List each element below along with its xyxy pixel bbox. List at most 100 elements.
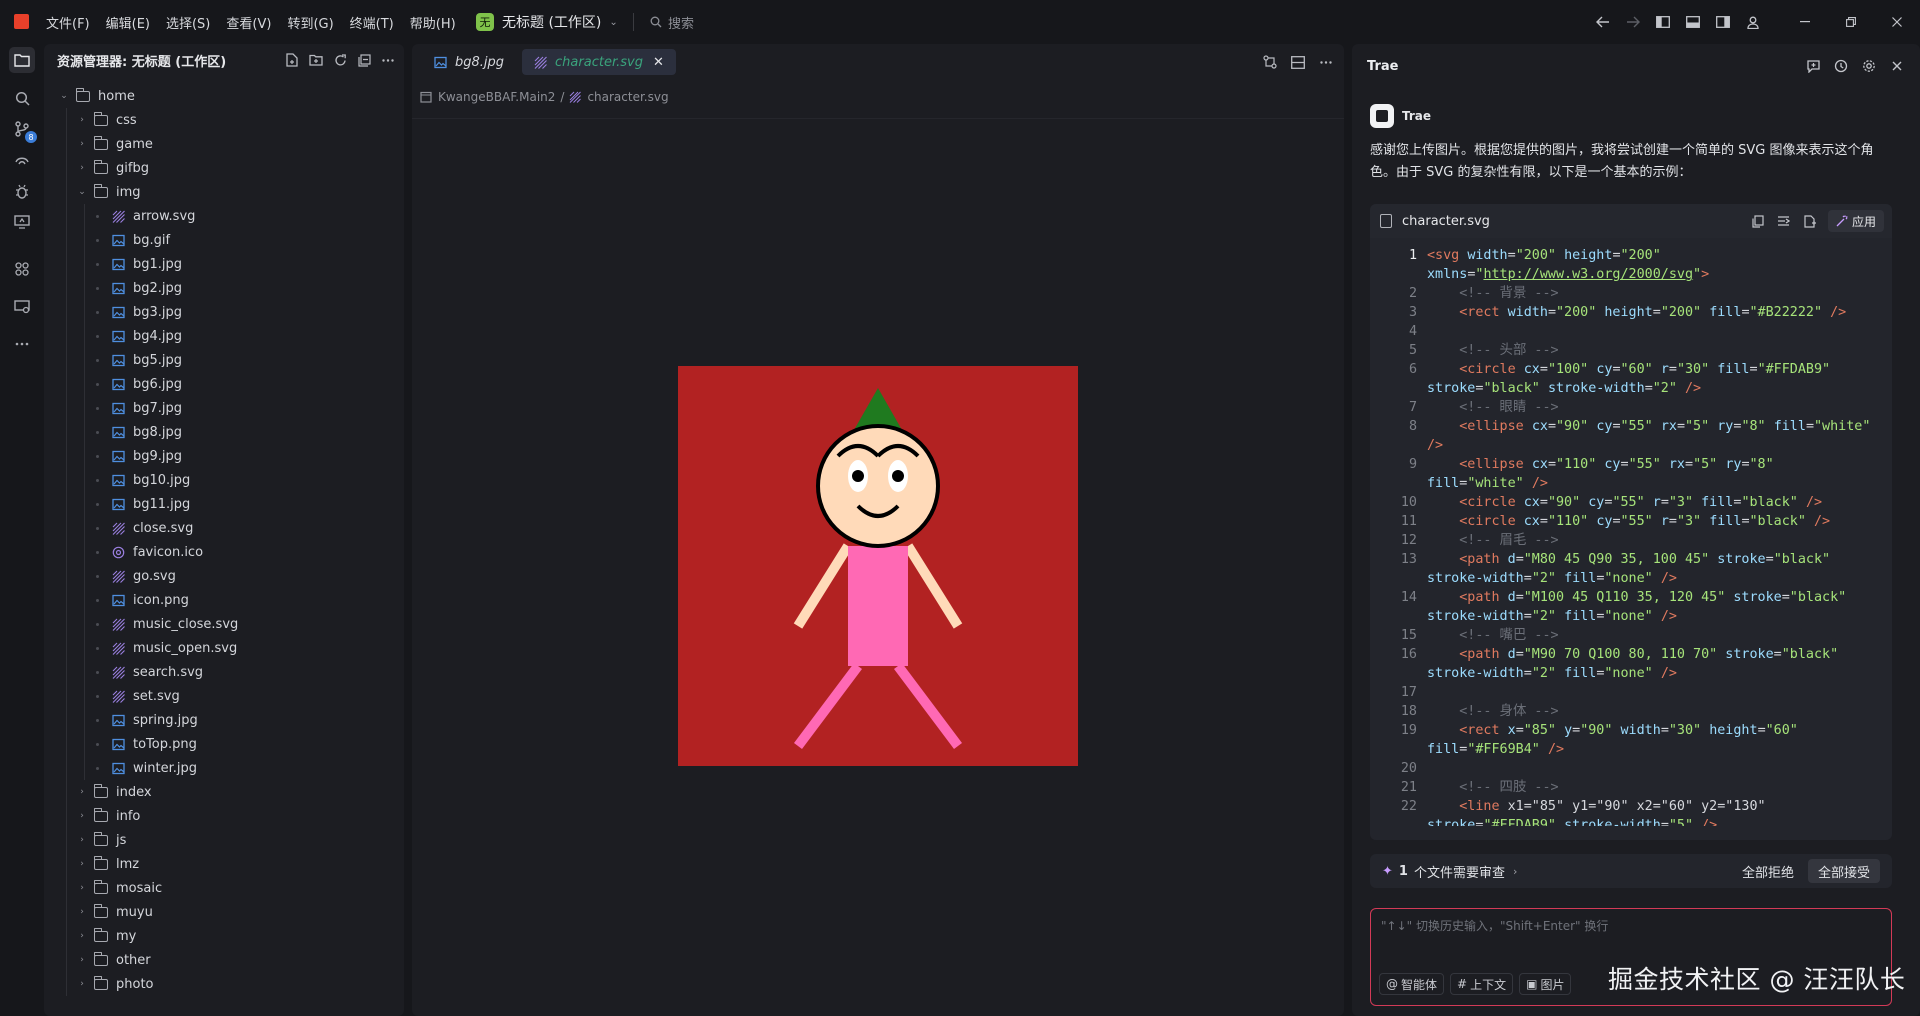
source-control-icon[interactable]: 8 (9, 116, 37, 143)
tree-item-label: bg10.jpg (133, 472, 191, 488)
split-editor-icon[interactable] (1290, 54, 1306, 70)
image-file-icon (112, 426, 125, 439)
menu-item[interactable]: 文件(F) (46, 13, 90, 32)
new-chat-icon[interactable] (1804, 57, 1822, 75)
restore-icon[interactable] (1828, 0, 1874, 44)
apply-button[interactable]: 应用 (1827, 210, 1884, 232)
tree-folder[interactable]: › js (44, 828, 404, 852)
line-number: 22 (1400, 799, 1417, 814)
image-file-icon (112, 594, 125, 607)
menu-item[interactable]: 转到(G) (287, 13, 333, 32)
search-icon[interactable] (9, 85, 35, 111)
tree-item-label: music_close.svg (133, 616, 239, 632)
new-file-icon[interactable] (284, 52, 300, 68)
tree-folder-home[interactable]: ⌄ home (44, 84, 404, 108)
workspace-switcher[interactable]: 无 无标题 (工作区) ⌄ (476, 12, 618, 32)
remote-explorer-icon[interactable] (9, 294, 35, 320)
collapse-all-icon[interactable] (356, 52, 372, 68)
extensions-icon[interactable] (9, 256, 35, 282)
folder-icon (94, 975, 108, 990)
chevron-right-icon: › (80, 907, 84, 917)
code-block: character.svg 应用 1 <svg width="200" heigh… (1370, 204, 1892, 840)
tree-folder[interactable]: › mosaic (44, 876, 404, 900)
history-icon[interactable] (1832, 57, 1850, 75)
refresh-icon[interactable] (332, 52, 348, 68)
run-monitor-icon[interactable] (9, 209, 35, 235)
chevron-right-icon[interactable]: › (1513, 865, 1517, 878)
tree-folder[interactable]: › lmz (44, 852, 404, 876)
tree-folder-img[interactable]: ⌄ img (44, 180, 404, 204)
review-label[interactable]: 个文件需要审查 (1414, 862, 1505, 881)
tree-item-label: bg8.jpg (133, 424, 183, 440)
close-icon[interactable] (1888, 57, 1906, 75)
tree-folder[interactable]: › game (44, 132, 404, 156)
folder-icon (94, 831, 108, 846)
command-search[interactable]: 搜索 (650, 12, 694, 32)
new-file-from-code-icon[interactable] (1802, 213, 1818, 229)
folder-icon (94, 159, 108, 174)
toggle-panel-icon[interactable] (1684, 13, 1702, 31)
code-text: <circle cx="90" cy="55" r="3" fill="blac… (1459, 495, 1823, 510)
sparkle-icon: ✦ (1382, 863, 1393, 879)
close-window-icon[interactable] (1874, 0, 1920, 44)
chevron-right-icon: › (80, 979, 84, 989)
forward-arrow-icon[interactable] (1624, 13, 1642, 31)
image-chip[interactable]: ▣ 图片 (1519, 973, 1572, 995)
tree-item-label: toTop.png (133, 736, 197, 752)
breadcrumb-item[interactable]: KwangeBBAF.Main2 (438, 90, 555, 104)
breadcrumb-item[interactable]: character.svg (587, 90, 668, 104)
toggle-sidebar-icon[interactable] (1654, 13, 1672, 31)
apply-label: 应用 (1851, 214, 1876, 229)
tree-folder[interactable]: › photo (44, 972, 404, 996)
line-number: 7 (1408, 400, 1417, 415)
explorer-files-icon[interactable] (9, 47, 35, 73)
code-line: 3 <rect width="200" height="200" fill="#… (1370, 303, 1892, 322)
image-file-icon (112, 498, 125, 511)
more-icon[interactable] (9, 331, 35, 357)
svg-file-icon (569, 91, 582, 103)
account-icon[interactable] (1744, 13, 1762, 31)
code-text: <!-- 嘴巴 --> (1427, 628, 1559, 643)
menu-item[interactable]: 帮助(H) (410, 13, 456, 32)
tree-folder[interactable]: › my (44, 924, 404, 948)
remote-icon[interactable] (9, 147, 35, 173)
tree-folder[interactable]: › other (44, 948, 404, 972)
code-text: <!-- 背景 --> (1427, 286, 1559, 301)
more-actions-icon[interactable] (380, 52, 396, 68)
menu-item[interactable]: 终端(T) (350, 13, 394, 32)
insert-icon[interactable] (1776, 213, 1792, 229)
new-folder-icon[interactable] (308, 52, 324, 68)
preview-head (816, 424, 940, 548)
context-chip[interactable]: # 上下文 (1450, 973, 1514, 995)
tree-folder[interactable]: › gifbg (44, 156, 404, 180)
code-text: <!-- 眼睛 --> (1427, 400, 1559, 415)
menu-item[interactable]: 编辑(E) (106, 13, 150, 32)
folder-icon (420, 91, 432, 103)
tab-bg8[interactable]: bg8.jpg (422, 49, 516, 75)
agent-chip[interactable]: @ 智能体 (1379, 973, 1445, 995)
tree-item-label: bg.gif (133, 232, 171, 248)
line-number: 18 (1400, 704, 1417, 719)
more-actions-icon[interactable] (1318, 54, 1334, 70)
reject-all-button[interactable]: 全部拒绝 (1742, 860, 1794, 882)
back-arrow-icon[interactable] (1594, 13, 1612, 31)
tree-folder[interactable]: › muyu (44, 900, 404, 924)
tree-dot (96, 215, 99, 218)
menu-item[interactable]: 选择(S) (166, 13, 210, 32)
tab-character-svg[interactable]: character.svg ✕ (522, 49, 676, 75)
menu-item[interactable]: 查看(V) (226, 13, 271, 32)
tree-folder[interactable]: › info (44, 804, 404, 828)
image-file-icon (112, 330, 125, 343)
tree-folder[interactable]: › index (44, 780, 404, 804)
tree-folder[interactable]: › css (44, 108, 404, 132)
toggle-secondary-sidebar-icon[interactable] (1714, 13, 1732, 31)
settings-gear-icon[interactable] (1860, 57, 1878, 75)
minimize-icon[interactable] (1782, 0, 1828, 44)
close-icon[interactable]: ✕ (653, 55, 664, 70)
open-changes-icon[interactable] (1262, 54, 1278, 70)
debug-icon[interactable] (9, 178, 35, 204)
tree-dot (96, 647, 99, 650)
code-text: <ellipse cx="110" cy="55" rx="5" ry="8" … (1427, 457, 1774, 491)
accept-all-button[interactable]: 全部接受 (1808, 859, 1881, 883)
copy-icon[interactable] (1750, 213, 1766, 229)
